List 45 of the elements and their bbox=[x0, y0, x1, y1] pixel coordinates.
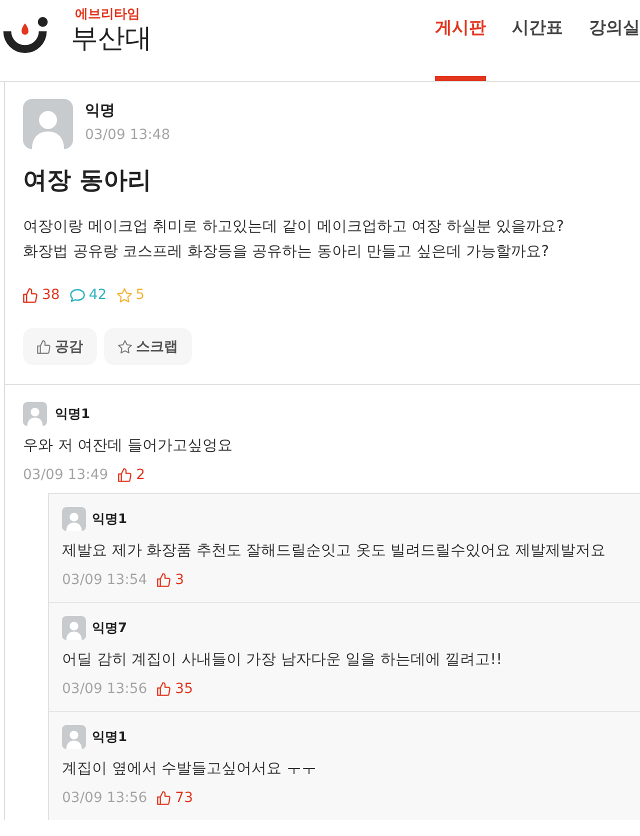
avatar-icon bbox=[23, 99, 73, 149]
avatar-icon bbox=[62, 725, 86, 749]
scrap-button[interactable]: 스크랩 bbox=[104, 328, 192, 365]
thumbs-up-icon[interactable] bbox=[157, 573, 172, 587]
speech-bubble-icon bbox=[70, 288, 85, 302]
like-count: 3 bbox=[175, 572, 184, 588]
school-name: 부산대 bbox=[71, 23, 152, 55]
thumbs-up-icon bbox=[23, 288, 38, 302]
comment-text: 우와 저 여잔데 들어가고싶엉요 bbox=[23, 435, 234, 456]
nav-tab[interactable]: 게시판 bbox=[435, 0, 486, 81]
star-icon bbox=[116, 288, 132, 302]
comment-count: 42 bbox=[88, 287, 107, 303]
reply-text: 제발요 제가 화장품 추천도 잘해드릴순잇고 옷도 빌려드릴수있어요 제발제발저요 bbox=[62, 540, 606, 561]
reply-text: 계집이 옆에서 수발들고싶어서요 ㅜㅜ bbox=[62, 758, 318, 779]
reply-time: 03/09 13:56 bbox=[62, 681, 148, 697]
commenter-name: 익명1 bbox=[55, 406, 90, 423]
service-name: 에브리타임 bbox=[75, 6, 141, 23]
avatar-icon bbox=[62, 616, 86, 640]
thumbs-up-icon[interactable] bbox=[157, 682, 172, 696]
like-count: 35 bbox=[175, 681, 193, 697]
avatar-icon bbox=[23, 402, 47, 426]
reply-time: 03/09 13:54 bbox=[62, 572, 148, 588]
scrap-count: 5 bbox=[136, 287, 145, 303]
nav-tab[interactable]: 강의실 bbox=[589, 0, 640, 81]
commenter-name: 익명1 bbox=[92, 729, 128, 746]
star-icon bbox=[118, 340, 132, 354]
like-button[interactable]: 공감 bbox=[23, 328, 97, 365]
post-body: 여장이랑 메이크업 취미로 하고있는데 같이 메이크업하고 여장 하실분 있을까요? 화장법 공유랑 코스프레 화장등을 공유하는 동아리 만들고 싶은데 가능할까요? bbox=[23, 216, 566, 262]
post-title: 여장 동아리 bbox=[23, 165, 152, 196]
post-time: 03/09 13:48 bbox=[85, 126, 170, 145]
commenter-name: 익명1 bbox=[92, 511, 128, 528]
like-count: 2 bbox=[136, 467, 146, 483]
reply-text: 어딜 감히 계집이 사내들이 가장 남자다운 일을 하는데에 낄려고!! bbox=[62, 649, 504, 670]
logo-icon[interactable] bbox=[3, 17, 49, 54]
reply-time: 03/09 13:56 bbox=[62, 790, 148, 806]
like-count: 73 bbox=[175, 790, 193, 806]
like-count: 38 bbox=[42, 287, 60, 303]
commenter-name: 익명7 bbox=[92, 620, 128, 637]
author-name: 익명 bbox=[85, 100, 116, 120]
thumbs-up-icon[interactable] bbox=[118, 468, 132, 482]
avatar-icon bbox=[62, 507, 86, 531]
thumbs-up-icon[interactable] bbox=[157, 791, 172, 805]
nav-tab[interactable]: 시간표 bbox=[512, 0, 563, 81]
thumbs-up-icon bbox=[37, 340, 51, 354]
comment-time: 03/09 13:49 bbox=[23, 467, 108, 483]
